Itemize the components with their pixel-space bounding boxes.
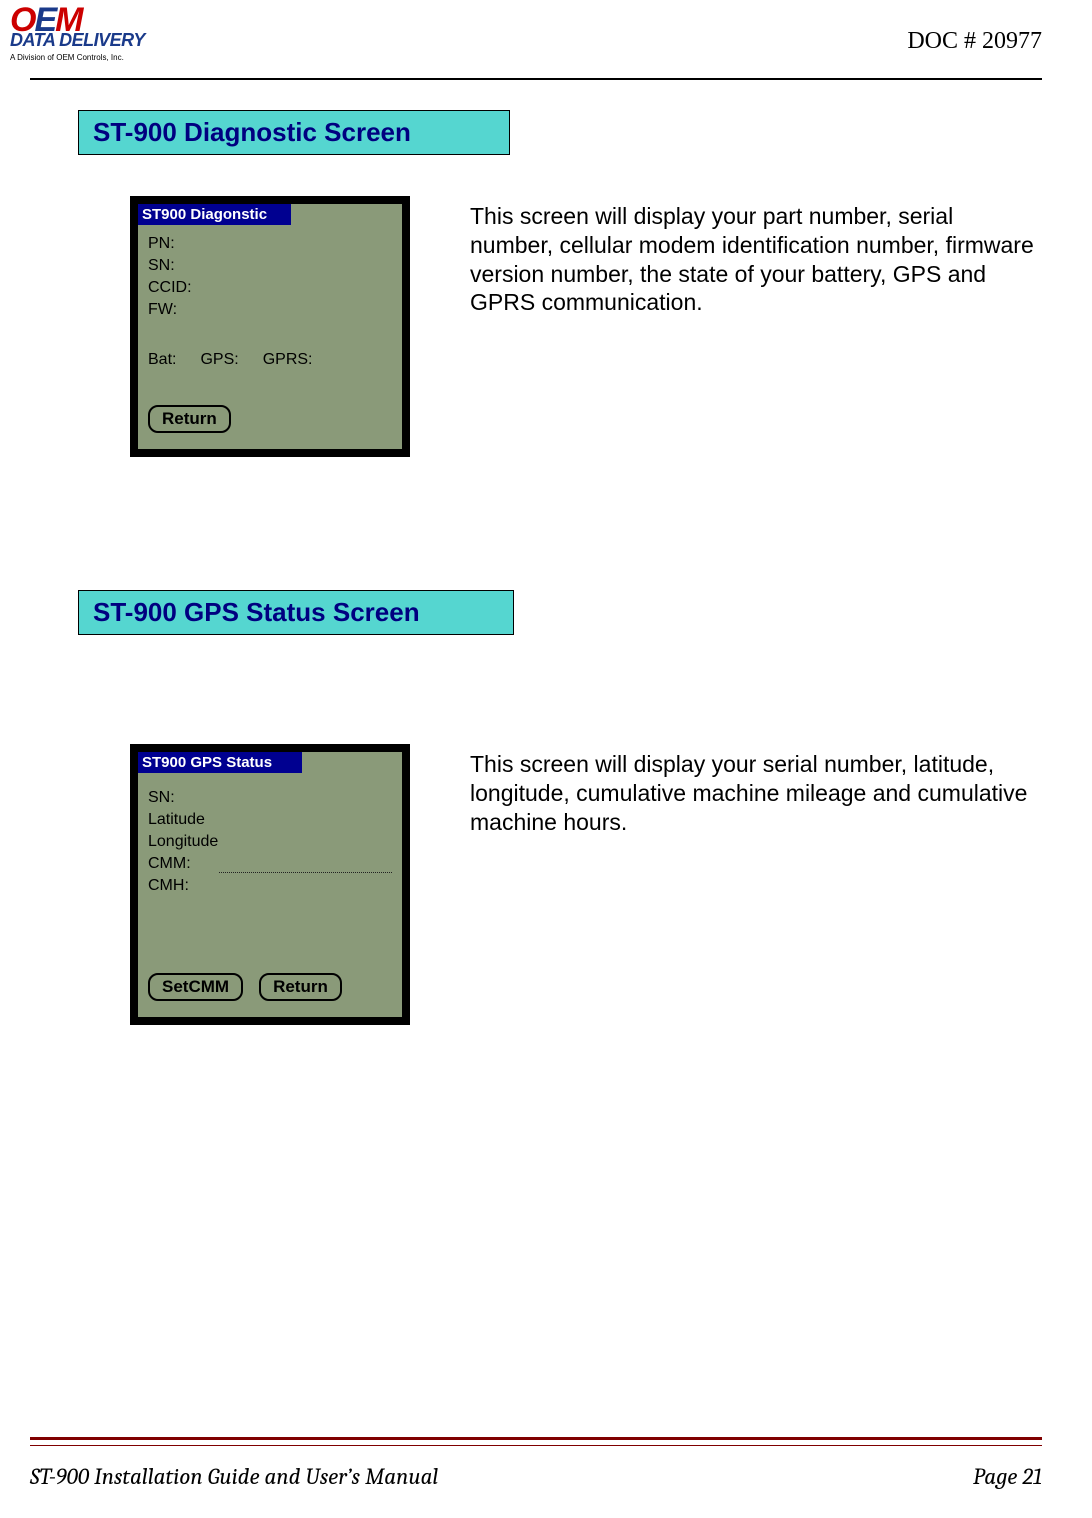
section-title-diagnostic: ST-900 Diagnostic Screen — [78, 110, 510, 155]
lcd-screen-diagnostic: ST900 Diagonstic PN: SN: CCID: FW: Bat: … — [138, 204, 402, 449]
diagnostic-description: This screen will display your part numbe… — [450, 196, 1042, 317]
header-rule — [30, 78, 1042, 80]
field-ccid: CCID: — [148, 279, 192, 296]
device-frame-gps: ST900 GPS Status SN: Latitude Longitude … — [130, 744, 410, 1025]
footer-title: ST-900 Installation Guide and User’s Man… — [30, 1463, 438, 1490]
page: OEM DATA DELIVERY A Division of OEM Cont… — [0, 0, 1092, 1518]
footer-rule-thick — [30, 1437, 1042, 1440]
logo-data-delivery: DATA DELIVERY — [10, 30, 145, 51]
lcd-screen-gps: ST900 GPS Status SN: Latitude Longitude … — [138, 752, 402, 1017]
field-gprs: GPRS: — [263, 351, 313, 369]
device-frame-diagnostic: ST900 Diagonstic PN: SN: CCID: FW: Bat: … — [130, 196, 410, 457]
return-button[interactable]: Return — [148, 405, 231, 433]
logo-subtitle: A Division of OEM Controls, Inc. — [10, 53, 145, 62]
field-fw: FW: — [148, 301, 177, 318]
section-gps-row: ST900 GPS Status SN: Latitude Longitude … — [130, 744, 1042, 1025]
section-diagnostic-row: ST900 Diagonstic PN: SN: CCID: FW: Bat: … — [130, 196, 1042, 457]
logo: OEM DATA DELIVERY A Division of OEM Cont… — [10, 6, 145, 62]
footer-rule-thin — [30, 1445, 1042, 1446]
footer-page-number: Page 21 — [973, 1463, 1042, 1490]
lcd-button-bar-gps: SetCMM Return — [138, 973, 402, 1007]
lcd-titlebar-gps: ST900 GPS Status — [138, 752, 302, 773]
field-cmh: CMH: — [148, 877, 189, 894]
gps-description: This screen will display your serial num… — [450, 744, 1042, 836]
field-gps-sn: SN: — [148, 789, 175, 806]
doc-number: DOC # 20977 — [907, 28, 1042, 55]
section-title-gps-label: ST-900 GPS Status Screen — [93, 597, 420, 627]
lcd-button-bar-diagnostic: Return — [138, 405, 402, 439]
field-pn: PN: — [148, 235, 175, 252]
field-sn: SN: — [148, 257, 175, 274]
field-bat: Bat: — [148, 351, 176, 369]
section-title-gps: ST-900 GPS Status Screen — [78, 590, 514, 635]
setcmm-button[interactable]: SetCMM — [148, 973, 243, 1001]
field-gps: GPS: — [200, 351, 238, 369]
lcd-titlebar-diagnostic: ST900 Diagonstic — [138, 204, 291, 225]
lcd-body-gps: SN: Latitude Longitude CMM: CMH: — [138, 773, 402, 973]
section-title-diagnostic-label: ST-900 Diagnostic Screen — [93, 117, 411, 147]
cmm-underline — [219, 858, 392, 873]
field-longitude: Longitude — [148, 833, 218, 850]
field-latitude: Latitude — [148, 811, 205, 828]
field-cmm: CMM: — [148, 855, 191, 873]
return-button-gps[interactable]: Return — [259, 973, 342, 1001]
lcd-body-diagnostic: PN: SN: CCID: FW: Bat: GPS: GPRS: — [138, 225, 402, 405]
